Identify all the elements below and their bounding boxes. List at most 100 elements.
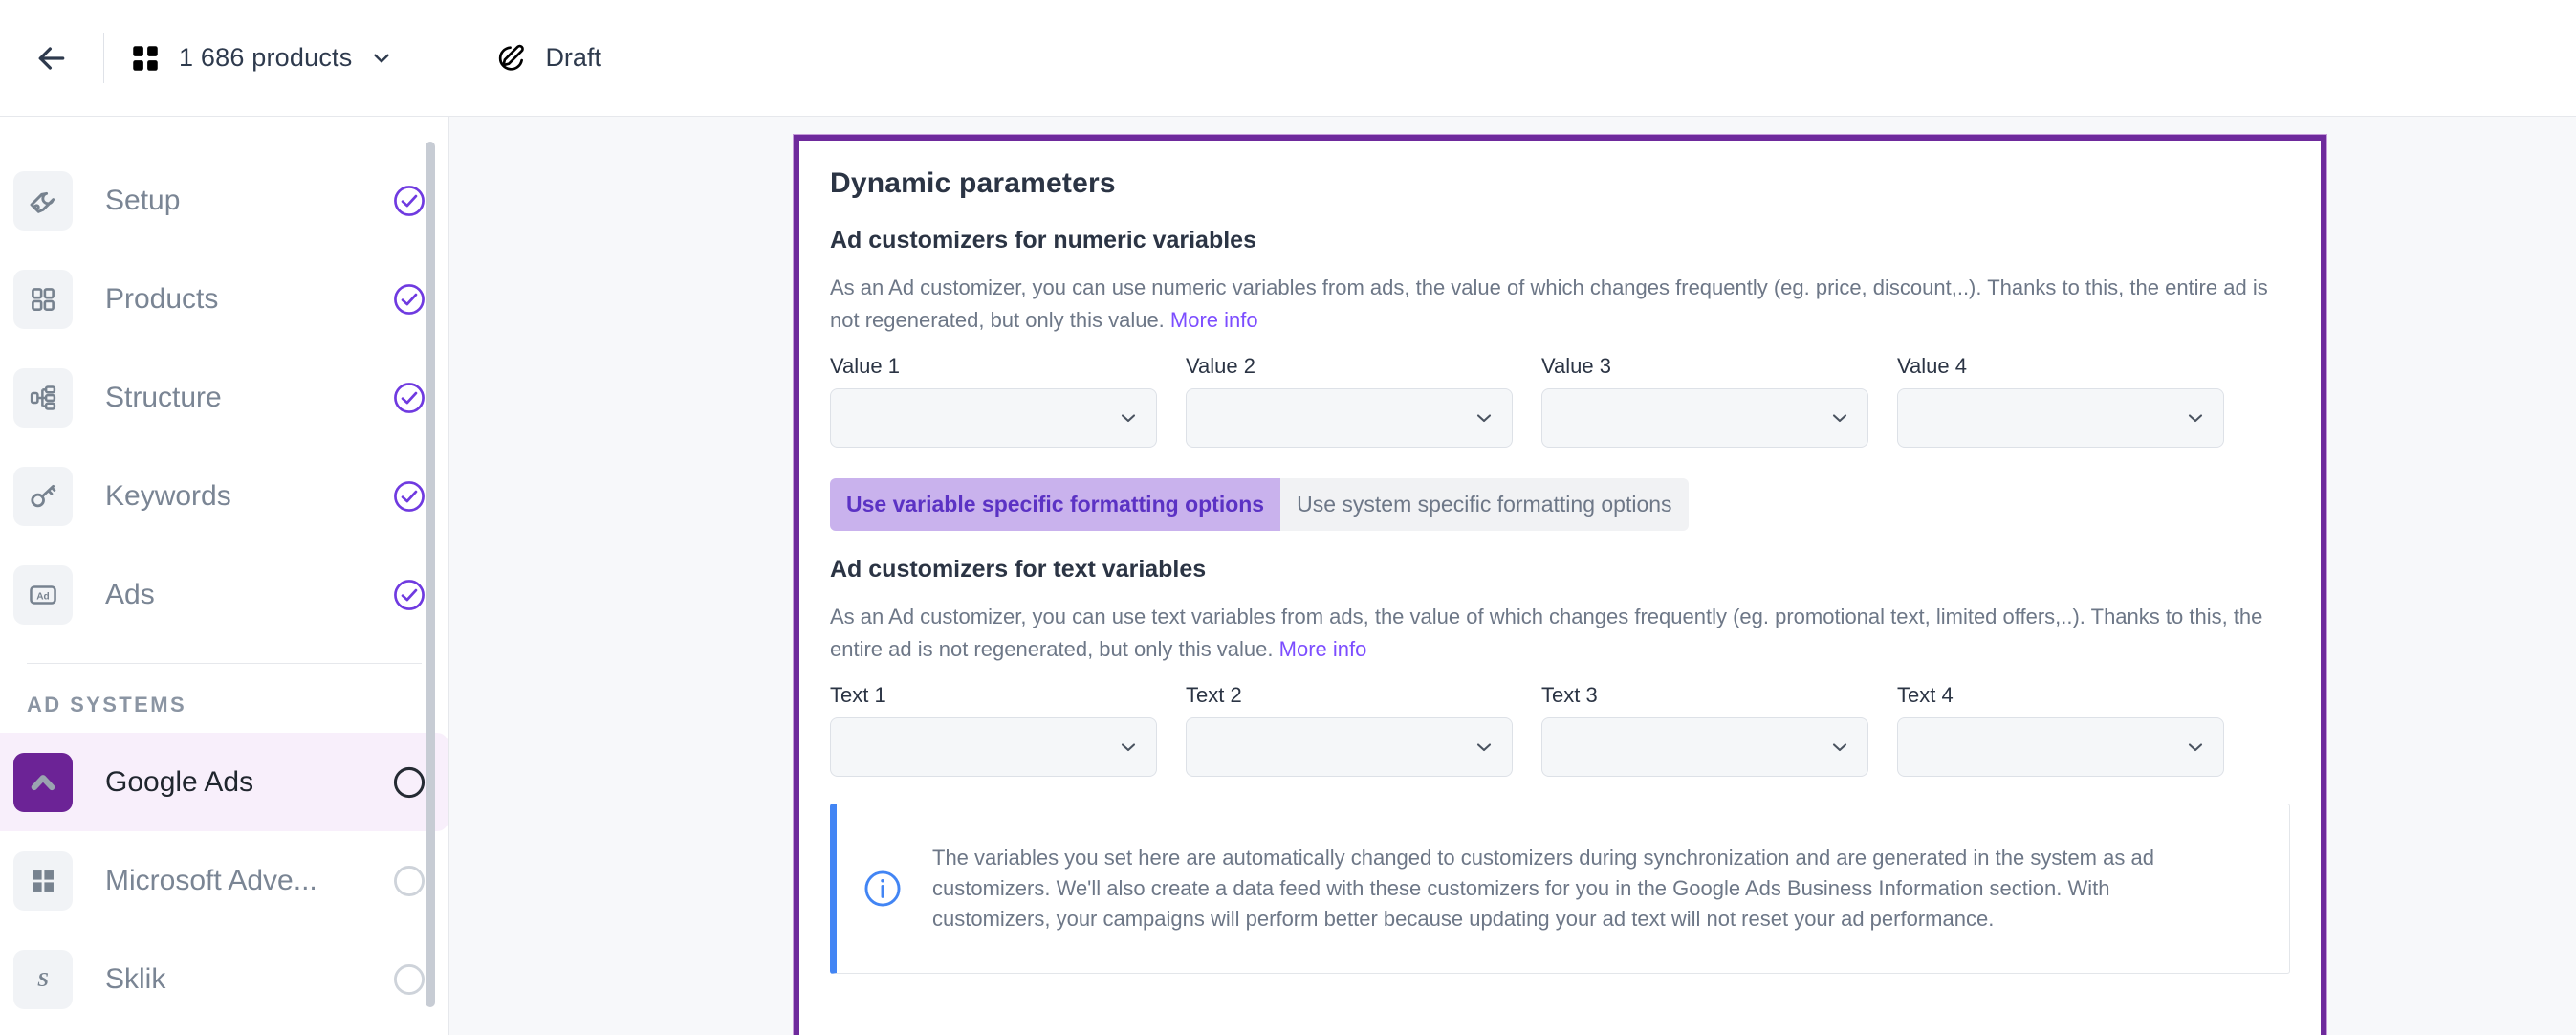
header-divider bbox=[103, 33, 104, 83]
text-section-description: As an Ad customizer, you can use text va… bbox=[830, 601, 2283, 666]
google-ads-caret-icon bbox=[13, 753, 73, 812]
app-window: 1 686 products Draft Setup bbox=[0, 0, 2576, 1035]
value-3-field: Value 3 bbox=[1541, 354, 1868, 448]
products-count-label: 1 686 products bbox=[179, 43, 352, 73]
sidebar-item-google-ads[interactable]: Google Ads bbox=[0, 733, 448, 831]
sidebar-item-label: Ads bbox=[105, 579, 391, 611]
field-label: Value 2 bbox=[1186, 354, 1513, 379]
back-button[interactable] bbox=[21, 28, 82, 89]
body-area: Setup Products Structure bbox=[0, 117, 2576, 1035]
sidebar-item-label: Microsoft Adve... bbox=[105, 865, 391, 897]
sidebar-item-products[interactable]: Products bbox=[0, 250, 448, 348]
text-4-select[interactable] bbox=[1897, 717, 2224, 777]
products-selector[interactable]: 1 686 products bbox=[114, 33, 409, 84]
sidebar-item-label: Setup bbox=[105, 185, 391, 217]
check-circle-icon bbox=[391, 281, 427, 318]
chevron-down-icon bbox=[1117, 407, 1140, 429]
text-3-field: Text 3 bbox=[1541, 683, 1868, 777]
text-more-info-link[interactable]: More info bbox=[1279, 637, 1367, 661]
field-label: Text 1 bbox=[830, 683, 1157, 708]
top-header: 1 686 products Draft bbox=[0, 0, 2576, 117]
draft-status-button[interactable]: Draft bbox=[482, 33, 615, 84]
field-label: Text 3 bbox=[1541, 683, 1868, 708]
field-label: Text 2 bbox=[1186, 683, 1513, 708]
circle-empty-icon[interactable] bbox=[391, 863, 427, 899]
sidebar-item-sklik[interactable]: S Sklik bbox=[0, 930, 448, 1028]
text-4-field: Text 4 bbox=[1897, 683, 2224, 777]
chevron-down-icon bbox=[1117, 736, 1140, 759]
text-3-select[interactable] bbox=[1541, 717, 1868, 777]
text-2-field: Text 2 bbox=[1186, 683, 1513, 777]
value-1-field: Value 1 bbox=[830, 354, 1157, 448]
panel-title: Dynamic parameters bbox=[830, 167, 2290, 200]
check-circle-icon bbox=[391, 183, 427, 219]
field-label: Value 4 bbox=[1897, 354, 2224, 379]
sidebar: Setup Products Structure bbox=[0, 117, 449, 1035]
circle-empty-icon[interactable] bbox=[391, 961, 427, 998]
customizers-info-note: The variables you set here are automatic… bbox=[830, 804, 2290, 974]
chevron-down-icon bbox=[1473, 736, 1495, 759]
value-2-select[interactable] bbox=[1186, 388, 1513, 448]
wrench-icon bbox=[13, 171, 73, 231]
text-description-text: As an Ad customizer, you can use text va… bbox=[830, 605, 2262, 661]
grid-icon bbox=[129, 42, 162, 75]
sidebar-item-label: Products bbox=[105, 283, 391, 316]
check-circle-icon bbox=[391, 478, 427, 515]
text-fields-row: Text 1 Text 2 Text 3 bbox=[830, 683, 2290, 777]
sitemap-icon bbox=[13, 368, 73, 428]
sidebar-item-label: Sklik bbox=[105, 963, 391, 996]
field-label: Value 1 bbox=[830, 354, 1157, 379]
value-3-select[interactable] bbox=[1541, 388, 1868, 448]
sidebar-item-ads[interactable]: Ad Ads bbox=[0, 545, 448, 644]
numeric-description-text: As an Ad customizer, you can use numeric… bbox=[830, 275, 2268, 332]
value-1-select[interactable] bbox=[830, 388, 1157, 448]
microsoft-windows-icon bbox=[13, 851, 73, 911]
pencil-edit-icon bbox=[495, 42, 528, 75]
chevron-down-icon bbox=[1473, 407, 1495, 429]
value-4-field: Value 4 bbox=[1897, 354, 2224, 448]
sidebar-item-structure[interactable]: Structure bbox=[0, 348, 448, 447]
check-circle-icon bbox=[391, 577, 427, 613]
dynamic-parameters-panel: Dynamic parameters Ad customizers for nu… bbox=[794, 135, 2326, 1035]
sidebar-item-label: Structure bbox=[105, 382, 391, 414]
circle-empty-icon[interactable] bbox=[391, 764, 427, 801]
toggle-system-specific[interactable]: Use system specific formatting options bbox=[1280, 478, 1688, 531]
sidebar-item-label: Keywords bbox=[105, 480, 391, 513]
value-2-field: Value 2 bbox=[1186, 354, 1513, 448]
sidebar-scrollbar-thumb[interactable] bbox=[426, 142, 435, 1007]
draft-label: Draft bbox=[545, 43, 601, 73]
info-note-text: The variables you set here are automatic… bbox=[932, 843, 2233, 935]
chevron-down-icon bbox=[1828, 407, 1851, 429]
value-4-select[interactable] bbox=[1897, 388, 2224, 448]
grid-icon bbox=[13, 270, 73, 329]
chevron-down-icon bbox=[2184, 407, 2207, 429]
text-section-heading: Ad customizers for text variables bbox=[830, 556, 2290, 584]
svg-text:Ad: Ad bbox=[36, 591, 50, 602]
chevron-down-icon bbox=[1828, 736, 1851, 759]
arrow-left-icon bbox=[33, 39, 71, 77]
text-1-field: Text 1 bbox=[830, 683, 1157, 777]
sklik-s-icon: S bbox=[13, 950, 73, 1009]
sidebar-scrollbar-track[interactable] bbox=[426, 117, 435, 1035]
numeric-fields-row: Value 1 Value 2 Value 3 bbox=[830, 354, 2290, 448]
field-label: Text 4 bbox=[1897, 683, 2224, 708]
numeric-section-heading: Ad customizers for numeric variables bbox=[830, 227, 2290, 254]
key-icon bbox=[13, 467, 73, 526]
text-2-select[interactable] bbox=[1186, 717, 1513, 777]
sidebar-section-title: AD SYSTEMS bbox=[0, 664, 448, 733]
chevron-down-icon bbox=[369, 46, 394, 71]
sidebar-item-microsoft-advertising[interactable]: Microsoft Adve... bbox=[0, 831, 448, 930]
chevron-down-icon bbox=[2184, 736, 2207, 759]
formatting-options-toggle: Use variable specific formatting options… bbox=[830, 478, 1689, 531]
sidebar-item-setup[interactable]: Setup bbox=[0, 151, 448, 250]
sidebar-item-label: Google Ads bbox=[105, 766, 391, 799]
toggle-variable-specific[interactable]: Use variable specific formatting options bbox=[830, 478, 1280, 531]
numeric-more-info-link[interactable]: More info bbox=[1170, 308, 1258, 332]
ad-badge-icon: Ad bbox=[13, 565, 73, 625]
check-circle-icon bbox=[391, 380, 427, 416]
info-circle-icon bbox=[862, 868, 904, 910]
numeric-section-description: As an Ad customizer, you can use numeric… bbox=[830, 272, 2283, 337]
text-1-select[interactable] bbox=[830, 717, 1157, 777]
sidebar-item-keywords[interactable]: Keywords bbox=[0, 447, 448, 545]
svg-text:S: S bbox=[37, 968, 49, 991]
